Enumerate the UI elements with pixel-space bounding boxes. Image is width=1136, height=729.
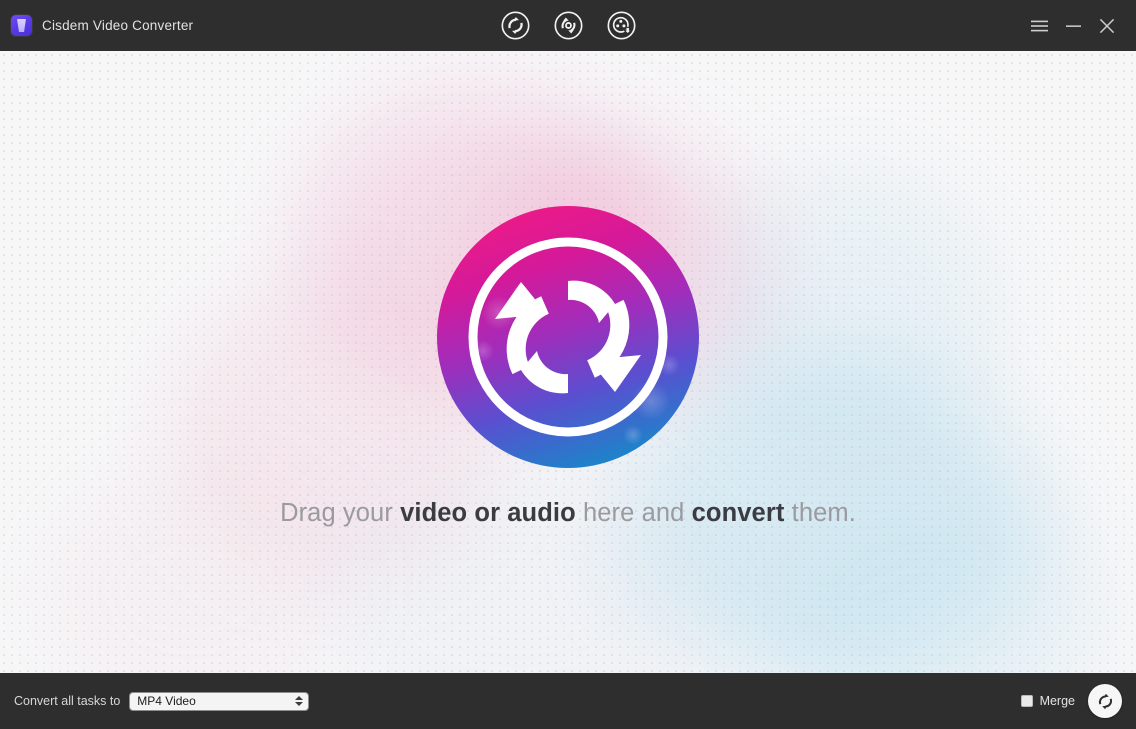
title-bar-left: Cisdem Video Converter [0, 0, 193, 51]
tab-dvd-rip[interactable] [553, 10, 584, 41]
drag-instruction-text: Drag your video or audio here and conver… [280, 499, 856, 528]
merge-checkbox[interactable] [1020, 695, 1033, 707]
drag-text-bold1: video or audio [400, 498, 576, 527]
disc-ripper-icon [554, 11, 582, 40]
close-button[interactable] [1090, 0, 1124, 51]
merge-checkbox-group[interactable]: Merge [1020, 694, 1075, 708]
tab-download[interactable] [606, 10, 637, 41]
stepper-updown-icon[interactable] [290, 693, 307, 710]
bottom-toolbar-left: Convert all tasks to MP4 Video [14, 691, 310, 711]
format-select[interactable]: MP4 Video [129, 691, 310, 711]
film-download-icon [607, 11, 635, 40]
window-controls [1022, 0, 1136, 51]
close-icon [1099, 18, 1115, 33]
title-bar: Cisdem Video Converter [0, 0, 1136, 61]
drag-text-part3: them. [784, 498, 856, 527]
drag-text-bold2: convert [691, 498, 785, 527]
tab-convert[interactable] [500, 10, 531, 61]
hamburger-menu-icon [1030, 20, 1048, 31]
app-window: Cisdem Video Converter Drag your video o… [0, 0, 1136, 729]
bottom-toolbar: Convert all tasks to MP4 Video Merge [0, 673, 1136, 729]
convert-arrows-icon [1098, 693, 1112, 709]
convert-circle-logo [436, 205, 699, 468]
format-select-value: MP4 Video [137, 694, 196, 708]
minimize-button[interactable] [1056, 0, 1090, 51]
bottom-toolbar-right: Merge [1020, 684, 1122, 718]
stepper-up-arrow [294, 696, 303, 700]
convert-button[interactable] [1088, 684, 1122, 718]
minimize-icon [1065, 24, 1081, 27]
app-title: Cisdem Video Converter [42, 18, 194, 33]
drag-text-part2: here and [575, 498, 692, 527]
drop-zone[interactable]: Drag your video or audio here and conver… [0, 51, 1136, 673]
logo-container [436, 197, 699, 477]
stepper-down-arrow [294, 702, 303, 706]
cisdem-app-icon [11, 15, 32, 36]
convert-all-label: Convert all tasks to [14, 694, 121, 708]
drop-zone-content: Drag your video or audio here and conver… [280, 197, 856, 528]
menu-button[interactable] [1022, 0, 1056, 51]
merge-label: Merge [1039, 694, 1075, 708]
convert-arrows-icon [501, 11, 529, 40]
drag-text-part1: Drag your [280, 498, 401, 527]
